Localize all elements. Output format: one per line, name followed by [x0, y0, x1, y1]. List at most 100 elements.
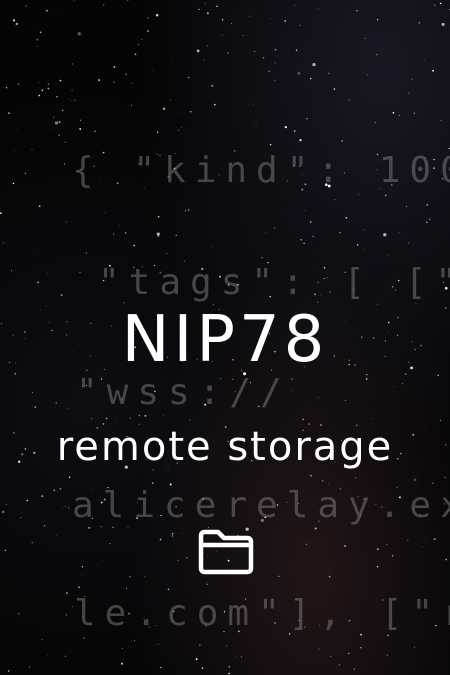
star [155, 13, 159, 17]
star [74, 99, 76, 101]
star [299, 139, 302, 142]
background-code-line: le.com"], ["r" [74, 593, 450, 634]
star [274, 227, 276, 229]
star [68, 507, 70, 509]
star [62, 507, 64, 508]
star [269, 143, 272, 146]
star [73, 0, 75, 1]
star [344, 545, 346, 547]
star [81, 575, 83, 576]
star [424, 59, 425, 61]
star [127, 526, 129, 528]
star [39, 31, 42, 33]
star [144, 415, 147, 417]
star [131, 83, 133, 84]
star [314, 527, 317, 530]
star [31, 541, 34, 544]
star [333, 88, 336, 90]
star [371, 418, 373, 420]
background-code-line: alicerelay.ex [72, 485, 450, 526]
star [11, 270, 12, 272]
star [433, 4, 436, 6]
star [167, 588, 170, 590]
star [133, 244, 135, 247]
star [376, 565, 379, 568]
star [207, 12, 209, 15]
star [71, 100, 73, 102]
star [94, 130, 96, 132]
star [353, 668, 355, 670]
star [47, 654, 49, 656]
star [38, 205, 41, 207]
star [177, 559, 179, 561]
star [357, 244, 359, 246]
star [330, 656, 332, 657]
star [105, 417, 108, 420]
star [338, 663, 341, 666]
star [364, 38, 366, 40]
star [112, 526, 114, 529]
star [206, 583, 208, 585]
star [83, 637, 85, 639]
star [429, 218, 431, 220]
star [156, 232, 160, 236]
star [376, 548, 379, 551]
star [103, 560, 104, 561]
star [278, 575, 280, 577]
star [88, 527, 91, 529]
star [81, 34, 83, 36]
star [126, 0, 129, 1]
star [29, 666, 31, 668]
star [24, 172, 27, 174]
star [407, 539, 409, 542]
star [318, 648, 320, 650]
star [55, 402, 57, 404]
star [4, 549, 6, 552]
star [339, 232, 341, 234]
star [268, 70, 271, 73]
star [216, 5, 218, 8]
star [334, 198, 336, 201]
star [392, 111, 395, 114]
star [253, 103, 254, 105]
star [141, 38, 143, 40]
star [44, 525, 46, 527]
star [53, 489, 56, 492]
star [344, 399, 346, 402]
star [413, 646, 415, 648]
star [36, 45, 38, 47]
star [152, 70, 154, 72]
star [1, 510, 5, 514]
star [36, 38, 39, 41]
star [300, 239, 302, 241]
star [181, 111, 183, 113]
page-subtitle: remote storage [56, 424, 394, 470]
star [34, 406, 37, 408]
star [328, 483, 329, 484]
star [169, 99, 171, 101]
star [348, 99, 350, 101]
star [171, 532, 174, 535]
star [265, 232, 266, 234]
star [5, 504, 7, 505]
star [170, 60, 172, 62]
star [398, 114, 400, 116]
star [248, 15, 251, 17]
star [302, 418, 305, 421]
star [65, 221, 67, 223]
star [64, 655, 67, 658]
star [439, 419, 441, 421]
star [206, 45, 208, 47]
page-title: NIP78 [121, 303, 329, 377]
star [234, 655, 236, 657]
star [157, 643, 159, 645]
star [198, 8, 200, 11]
star [121, 662, 123, 665]
star [7, 670, 10, 672]
star [186, 557, 188, 559]
star [413, 112, 415, 114]
star [393, 385, 394, 387]
star [181, 127, 182, 128]
star [413, 478, 417, 482]
star [226, 645, 228, 647]
